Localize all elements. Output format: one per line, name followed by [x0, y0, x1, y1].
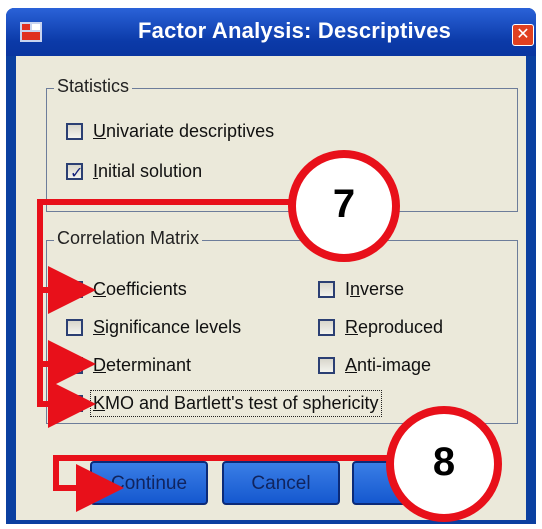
callout-7-arrows	[37, 199, 292, 428]
callout-8-arrow	[53, 455, 392, 512]
callout-7-label: 7	[332, 182, 356, 226]
callout-8-label: 8	[432, 440, 456, 484]
